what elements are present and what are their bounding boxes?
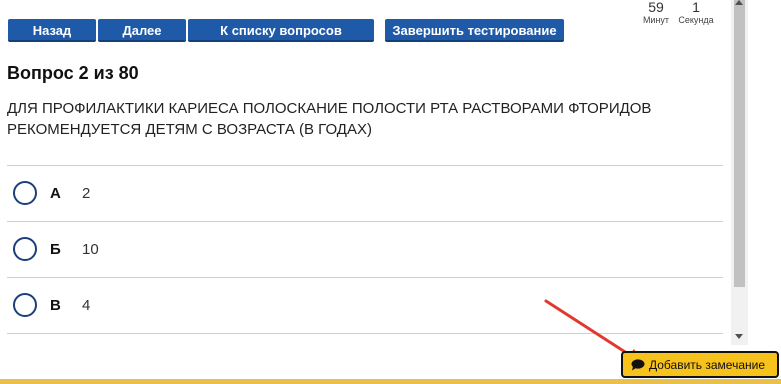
option-value: 2 <box>82 185 91 202</box>
option-letter: В <box>50 297 61 314</box>
timer: 59 Минут 1 Секунда <box>630 0 730 30</box>
question-text: ДЛЯ ПРОФИЛАКТИКИ КАРИЕСА ПОЛОСКАНИЕ ПОЛО… <box>7 100 652 138</box>
answer-option[interactable]: Б 10 <box>7 221 723 277</box>
scrollbar-thumb[interactable] <box>734 0 745 287</box>
option-value: 4 <box>82 297 91 314</box>
frame-border <box>0 379 781 384</box>
question-list-button[interactable]: К списку вопросов <box>188 19 374 42</box>
radio-button[interactable] <box>13 181 37 205</box>
finish-test-button[interactable]: Завершить тестирование <box>385 19 564 42</box>
seconds-value: 1 <box>692 0 700 15</box>
add-remark-label: Добавить замечание <box>649 357 765 372</box>
vertical-scrollbar[interactable] <box>731 0 748 345</box>
question-title: Вопрос 2 из 80 <box>7 63 139 83</box>
scroll-up-icon[interactable] <box>735 0 743 5</box>
add-remark-button[interactable]: Добавить замечание <box>621 351 779 378</box>
option-letter: А <box>50 185 61 202</box>
next-button[interactable]: Далее <box>98 19 186 42</box>
minutes-value: 59 <box>648 0 664 15</box>
back-button[interactable]: Назад <box>8 19 96 42</box>
minutes-label: Минут <box>642 15 670 25</box>
option-value: 10 <box>82 241 99 258</box>
scroll-down-icon[interactable] <box>735 334 743 339</box>
answer-option[interactable]: А 2 <box>7 165 723 221</box>
timer-minutes: 59 Минут <box>636 0 676 26</box>
seconds-label: Секунда <box>678 15 714 25</box>
radio-button[interactable] <box>13 237 37 261</box>
speech-bubble-icon <box>631 358 645 371</box>
timer-seconds: 1 Секунда <box>676 0 716 26</box>
option-letter: Б <box>50 241 61 258</box>
radio-button[interactable] <box>13 293 37 317</box>
